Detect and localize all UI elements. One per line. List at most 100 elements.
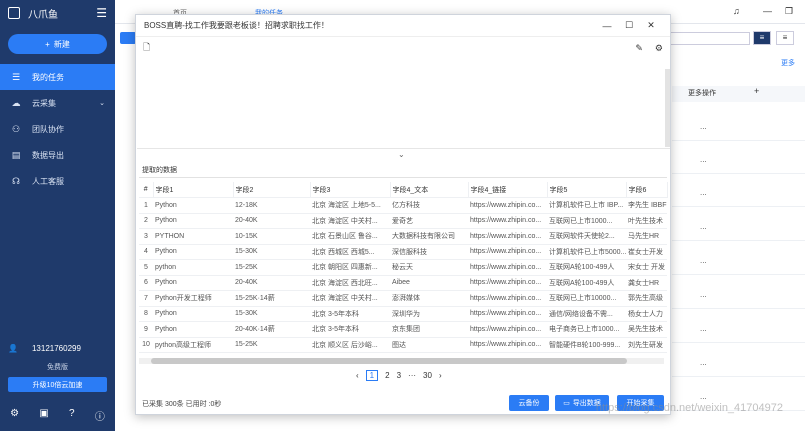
user-info[interactable]: 👤 13121760299	[8, 344, 107, 353]
table-cell: python	[153, 259, 233, 276]
table-row[interactable]: 7 Python开发工程师 15-25K·14薪 北京 海淀区 中关村... 澎湃媒体 h…	[139, 290, 667, 307]
table-row[interactable]: 5 python 15-25K 北京 朝阳区 四惠新... 秘云天 https://www…	[139, 259, 667, 276]
table-cell: 郭先生高级	[626, 290, 667, 307]
page-3[interactable]: 3	[397, 371, 401, 380]
minimize-icon[interactable]: —	[763, 6, 772, 16]
table-row[interactable]: 9 Python 20-40K·14薪 北京 3-5年本科 京东集团 https://ww…	[139, 321, 667, 338]
table-row[interactable]: 2 Python 20-40K 北京 海淀区 中关村... 爱奇艺 https://www…	[139, 213, 667, 229]
column-header[interactable]: 字段6	[626, 182, 668, 198]
more-actions-ellipsis[interactable]: ...	[700, 324, 707, 333]
table-cell: 互联网已上市10000...	[547, 290, 626, 307]
table-row[interactable]: 10 python高级工程师 15-25K 北京 顺义区 后沙峪... 图达 https:…	[139, 337, 667, 353]
table-row[interactable]: 6 Python 20-40K 北京 海淀区 西北旺... Aibee https://w…	[139, 275, 667, 291]
bell-icon[interactable]: ♫	[733, 6, 740, 16]
sidebar-footer: ⚙ ▣ ? ⓘ	[0, 408, 115, 423]
chevron-down-icon: ⌄	[99, 100, 105, 107]
table-cell: 北京 石景山区 鲁谷...	[310, 228, 390, 245]
table-cell: 杨女士人力	[626, 306, 667, 322]
more-actions-ellipsis[interactable]: ...	[700, 222, 707, 231]
help-icon[interactable]: ?	[69, 408, 75, 423]
settings-icon[interactable]: ⚙	[655, 43, 663, 54]
next-page-button[interactable]: ›	[439, 371, 442, 380]
column-header[interactable]: 字段4_链接	[468, 182, 548, 198]
user-role: 免费版	[47, 364, 68, 371]
chevron-down-icon[interactable]: ⌄	[398, 150, 405, 159]
table-cell: https://www.zhipin.co...	[468, 197, 547, 214]
column-header[interactable]: 字段2	[233, 182, 311, 198]
preview-scrollbar[interactable]	[665, 69, 670, 147]
horizontal-scrollbar[interactable]	[139, 358, 664, 364]
column-header[interactable]: 字段5	[547, 182, 627, 198]
row-divider	[672, 342, 805, 343]
briefcase-icon[interactable]: ▣	[39, 408, 48, 423]
restore-icon[interactable]: ❐	[785, 6, 793, 17]
new-task-button[interactable]: + 新建	[8, 34, 107, 54]
dialog-title: BOSS直聘-找工作我要跟老板谈！招聘求职找工作！	[144, 21, 329, 30]
gear-icon[interactable]: ⚙	[10, 408, 19, 423]
table-cell: https://www.zhipin.co...	[468, 213, 547, 229]
upgrade-button[interactable]: 升级10倍云加速	[8, 377, 107, 392]
maximize-icon[interactable]: ☐	[618, 20, 640, 31]
column-header[interactable]: 字段3	[310, 182, 391, 198]
table-cell: https://www.zhipin.co...	[468, 306, 547, 322]
minimize-icon[interactable]: —	[596, 21, 618, 31]
bg-action-button[interactable]	[120, 32, 136, 44]
plus-icon: +	[45, 39, 50, 49]
page-icon[interactable]: 🗋	[143, 40, 150, 56]
more-actions-ellipsis[interactable]: ...	[700, 188, 707, 197]
cloud-backup-button[interactable]: 云备份	[509, 395, 549, 411]
more-actions-ellipsis[interactable]: ...	[700, 256, 707, 265]
edit-icon[interactable]: ✎	[635, 43, 643, 54]
more-actions-ellipsis[interactable]: ...	[700, 155, 707, 164]
table-cell: 10-15K	[233, 228, 310, 245]
sidebar-item-label: 我的任务	[32, 72, 64, 82]
sidebar-item-cloud[interactable]: ☁ 云采集 ⌄	[0, 90, 115, 116]
table-cell: 深圳华为	[390, 306, 468, 322]
table-cell: 智能硬件B轮100-999...	[547, 337, 626, 353]
table-cell: 澎湃媒体	[390, 290, 468, 307]
table-cell: 大数据科技有限公司	[390, 228, 468, 245]
web-preview[interactable]	[137, 61, 670, 149]
sidebar-item-support[interactable]: ☊ 人工客服	[0, 168, 115, 194]
list-view-button[interactable]: ≡	[753, 31, 771, 45]
sidebar-item-my-tasks[interactable]: ☰ 我的任务	[0, 64, 115, 90]
page-2[interactable]: 2	[385, 371, 389, 380]
info-icon[interactable]: ⓘ	[95, 408, 105, 423]
dialog-titlebar: BOSS直聘-找工作我要跟老板谈！招聘求职找工作！ — ☐ ✕	[136, 15, 670, 37]
more-actions-ellipsis[interactable]: ...	[700, 290, 707, 299]
sidebar-item-team[interactable]: ⚇ 团队协作	[0, 116, 115, 142]
grid-view-button[interactable]: ≡	[776, 31, 794, 45]
column-header[interactable]: 字段1	[153, 182, 234, 198]
more-actions-ellipsis[interactable]: ...	[700, 122, 707, 131]
column-header-index[interactable]: #	[139, 182, 154, 198]
row-index: 3	[139, 228, 153, 245]
table-cell: 互联网软件天使轮2...	[547, 228, 626, 245]
table-row[interactable]: 3 PYTHON 10-15K 北京 石景山区 鲁谷... 大数据科技有限公司 https…	[139, 228, 667, 245]
table-row[interactable]: 8 Python 15-30K 北京 3-5年本科 深圳华为 https://www.zh…	[139, 306, 667, 322]
table-cell: 15-25K	[233, 259, 310, 276]
table-cell: https://www.zhipin.co...	[468, 275, 547, 291]
add-column-icon[interactable]: +	[754, 86, 759, 96]
menu-collapse-icon[interactable]: ☰	[96, 6, 107, 20]
table-cell: 北京 西城区 西城5...	[310, 244, 390, 260]
more-ops-header: 更多操作	[672, 86, 805, 102]
sidebar-item-export[interactable]: ▤ 数据导出	[0, 142, 115, 168]
table-row[interactable]: 4 Python 15-30K 北京 西城区 西城5... 深信服科技 https://w…	[139, 244, 667, 260]
sidebar-item-label: 人工客服	[32, 176, 64, 186]
search-input[interactable]	[668, 32, 750, 45]
column-header[interactable]: 字段4_文本	[390, 182, 469, 198]
scrollbar-thumb[interactable]	[151, 358, 627, 364]
page-30[interactable]: 30	[423, 371, 432, 380]
user-icon: 👤	[8, 344, 18, 353]
prev-page-button[interactable]: ‹	[356, 371, 359, 380]
data-table: # 字段1 字段2 字段3 字段4_文本 字段4_链接 字段5 字段6 1 Python 12-1…	[139, 182, 668, 353]
cloud-icon: ☁	[11, 97, 21, 108]
close-icon[interactable]: ✕	[640, 20, 662, 31]
table-row[interactable]: 1 Python 12-18K 北京 海淀区 上地5-5... 亿方科技 https://…	[139, 197, 667, 214]
table-cell: Python	[153, 197, 233, 214]
table-cell: 秘云天	[390, 259, 468, 276]
more-actions-ellipsis[interactable]: ...	[700, 358, 707, 367]
more-link[interactable]: 更多	[781, 58, 795, 68]
page-1[interactable]: 1	[365, 370, 379, 381]
more-actions-ellipsis[interactable]: ...	[700, 392, 707, 401]
